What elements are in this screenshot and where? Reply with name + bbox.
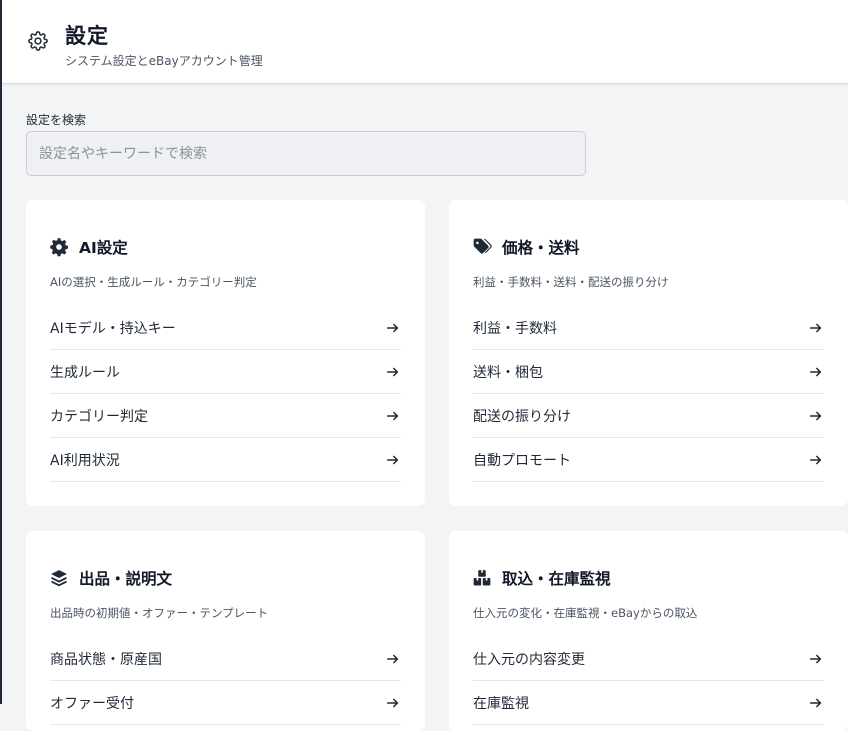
card-item-auto-promote[interactable]: 自動プロモート [473, 438, 824, 482]
card-item-category-judgement[interactable]: カテゴリー判定 [50, 394, 401, 438]
card-item-shipping-packing[interactable]: 送料・梱包 [473, 350, 824, 394]
card-title: 出品・説明文 [79, 570, 173, 588]
card-item-list: 利益・手数料 送料・梱包 配送の振り分け 自動プロモート [473, 306, 824, 482]
card-description: 出品時の初期値・オファー・テンプレート [50, 606, 269, 620]
card-item-shipping-routing[interactable]: 配送の振り分け [473, 394, 824, 438]
layers-icon [51, 570, 67, 587]
card-item-label: オファー受付 [50, 695, 134, 712]
card-item-label: 生成ルール [50, 364, 120, 381]
arrow-right-icon [809, 654, 822, 663]
left-rail [0, 0, 2, 704]
card-price-shipping: 価格・送料 利益・手数料・送料・配送の振り分け 利益・手数料 送料・梱包 配送の… [449, 200, 848, 506]
arrow-right-icon [809, 411, 822, 420]
arrow-right-icon [809, 698, 822, 707]
card-item-label: 送料・梱包 [473, 364, 543, 381]
card-item-generation-rules[interactable]: 生成ルール [50, 350, 401, 394]
tags-icon [473, 238, 492, 254]
card-item-list: 仕入元の内容変更 在庫監視 [473, 637, 824, 725]
arrow-right-icon [386, 654, 399, 663]
arrow-right-icon [386, 698, 399, 707]
page-header: 設定 システム設定とeBayアカウント管理 [2, 0, 848, 84]
page-subtitle: システム設定とeBayアカウント管理 [65, 54, 263, 68]
gear-icon [50, 238, 68, 257]
arrow-right-icon [386, 411, 399, 420]
arrow-right-icon [386, 455, 399, 464]
boxes-icon [473, 570, 491, 586]
card-header: AI設定 [49, 236, 128, 258]
search-box [26, 131, 586, 176]
arrow-right-icon [809, 367, 822, 376]
card-header: 取込・在庫監視 [472, 567, 611, 589]
card-item-ai-usage[interactable]: AI利用状況 [50, 438, 401, 482]
card-title: AI設定 [79, 239, 128, 257]
card-item-inventory-monitoring[interactable]: 在庫監視 [473, 681, 824, 725]
card-import-inventory: 取込・在庫監視 仕入元の変化・在庫監視・eBayからの取込 仕入元の内容変更 在… [449, 531, 848, 731]
search-label: 設定を検索 [26, 113, 87, 127]
card-item-label: 商品状態・原産国 [50, 651, 162, 668]
card-item-label: AI利用状況 [50, 452, 120, 469]
card-item-profit-fees[interactable]: 利益・手数料 [473, 306, 824, 350]
card-listing-description: 出品・説明文 出品時の初期値・オファー・テンプレート 商品状態・原産国 オファー… [26, 531, 425, 731]
arrow-right-icon [809, 455, 822, 464]
arrow-right-icon [386, 323, 399, 332]
card-item-label: 仕入元の内容変更 [473, 651, 585, 668]
card-item-ai-model[interactable]: AIモデル・持込キー [50, 306, 401, 350]
card-item-offer-acceptance[interactable]: オファー受付 [50, 681, 401, 725]
card-header: 出品・説明文 [49, 567, 172, 589]
card-title: 取込・在庫監視 [502, 570, 611, 588]
card-item-condition-origin[interactable]: 商品状態・原産国 [50, 637, 401, 681]
card-item-label: カテゴリー判定 [50, 408, 148, 425]
card-item-list: 商品状態・原産国 オファー受付 [50, 637, 401, 725]
page-title: 設定 [65, 24, 109, 48]
card-description: 利益・手数料・送料・配送の振り分け [473, 275, 669, 289]
arrow-right-icon [386, 367, 399, 376]
card-item-label: AIモデル・持込キー [50, 320, 176, 337]
card-item-list: AIモデル・持込キー 生成ルール カテゴリー判定 AI利用状況 [50, 306, 401, 482]
card-item-label: 自動プロモート [473, 452, 571, 469]
card-description: 仕入元の変化・在庫監視・eBayからの取込 [473, 606, 698, 620]
card-item-supplier-changes[interactable]: 仕入元の内容変更 [473, 637, 824, 681]
card-ai-settings: AI設定 AIの選択・生成ルール・カテゴリー判定 AIモデル・持込キー 生成ルー… [26, 200, 425, 506]
arrow-right-icon [809, 323, 822, 332]
card-item-label: 利益・手数料 [473, 320, 557, 337]
card-item-label: 配送の振り分け [473, 408, 571, 425]
gear-icon [28, 31, 48, 51]
card-description: AIの選択・生成ルール・カテゴリー判定 [50, 275, 257, 289]
card-title: 価格・送料 [502, 239, 580, 257]
card-header: 価格・送料 [472, 236, 580, 258]
search-input[interactable] [27, 132, 585, 175]
card-item-label: 在庫監視 [473, 695, 529, 712]
